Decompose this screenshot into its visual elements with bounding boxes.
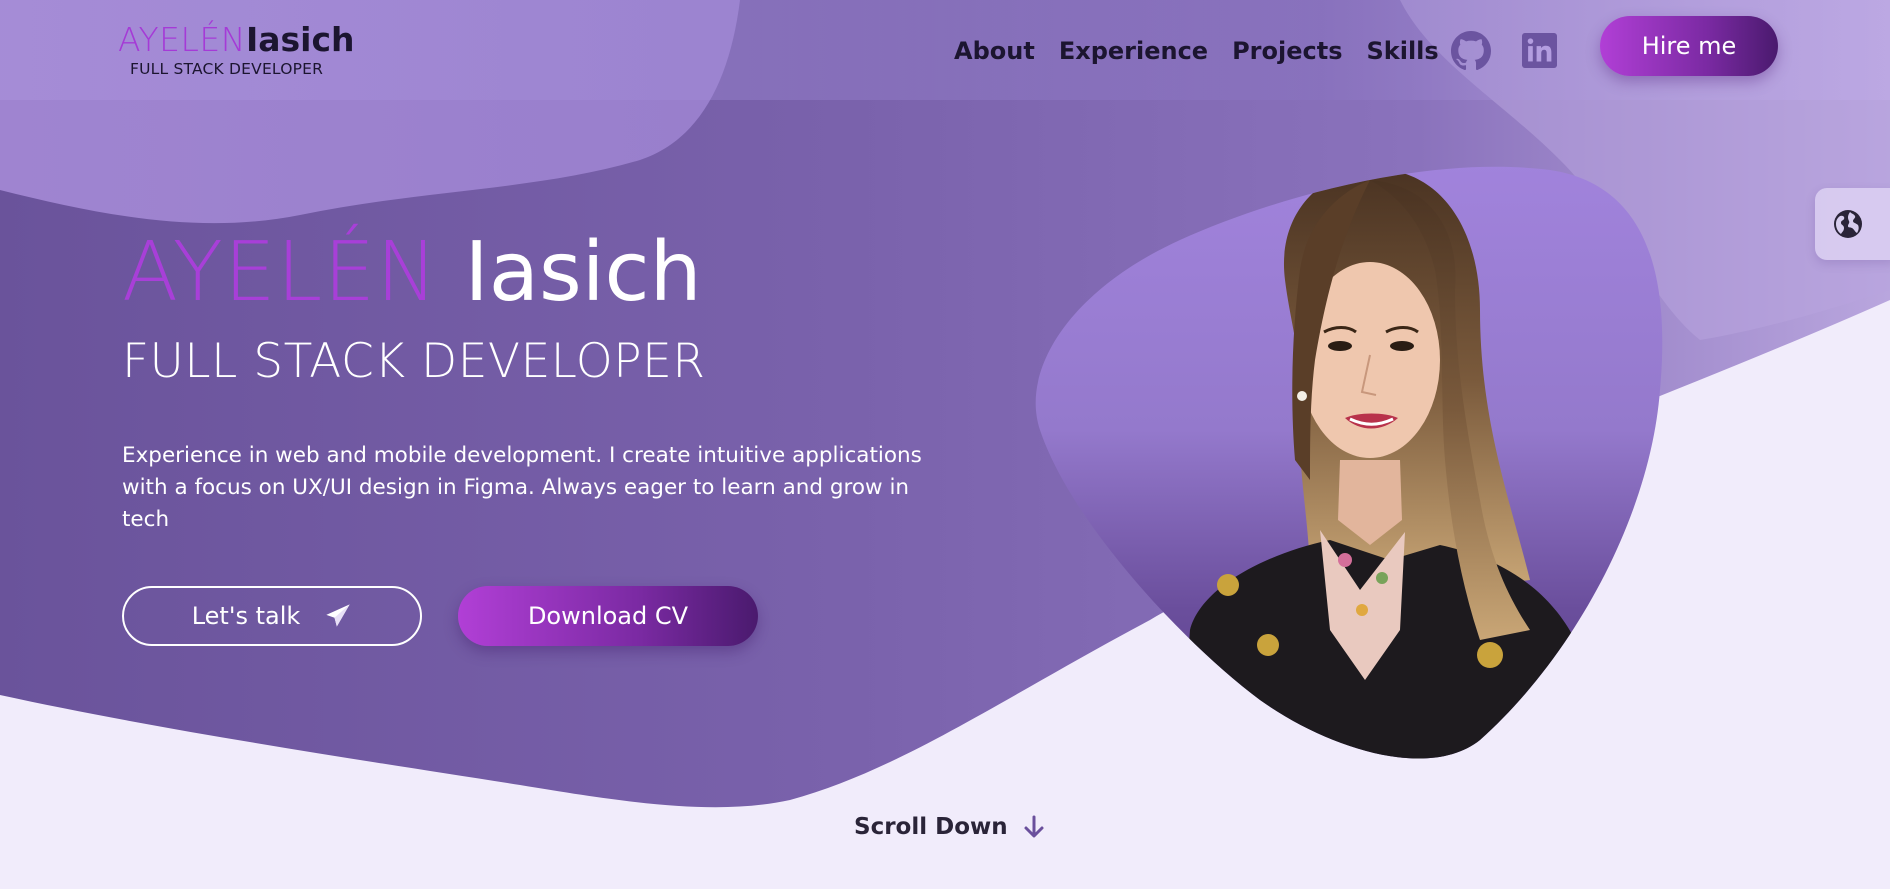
hero-role: FULL STACK DEVELOPER xyxy=(122,334,706,389)
lets-talk-label: Let's talk xyxy=(191,602,301,630)
arrow-down-icon xyxy=(1024,815,1044,838)
hero-description: Experience in web and mobile development… xyxy=(122,443,922,532)
hero-last-name: Iasich xyxy=(464,225,702,320)
logo-last-name: Iasich xyxy=(245,20,355,59)
download-cv-button[interactable]: Download CV xyxy=(458,586,758,646)
scroll-down[interactable]: Scroll Down xyxy=(854,814,1046,840)
page: AYELÉNIasich FULL STACK DEVELOPER About … xyxy=(0,0,1890,889)
language-toggle[interactable] xyxy=(1815,188,1890,260)
github-icon[interactable] xyxy=(1451,31,1491,71)
logo-subtitle: FULL STACK DEVELOPER xyxy=(130,60,324,78)
logo[interactable]: AYELÉNIasich FULL STACK DEVELOPER xyxy=(118,20,355,78)
nav-skills[interactable]: Skills xyxy=(1366,36,1438,66)
paper-plane-icon xyxy=(326,604,350,627)
nav-about[interactable]: About xyxy=(954,36,1035,66)
scroll-down-label: Scroll Down xyxy=(854,814,1008,840)
linkedin-icon[interactable] xyxy=(1522,33,1557,68)
nav-projects[interactable]: Projects xyxy=(1232,36,1342,66)
lets-talk-button[interactable]: Let's talk xyxy=(122,586,422,646)
hero-name: AYELÉN Iasich xyxy=(122,225,702,321)
hero-first-name: AYELÉN xyxy=(122,225,439,320)
globe-icon xyxy=(1834,210,1862,238)
site-header: AYELÉNIasich FULL STACK DEVELOPER About … xyxy=(0,0,1890,100)
main-nav: About Experience Projects Skills xyxy=(954,36,1463,66)
profile-photo xyxy=(1035,166,1663,759)
nav-experience[interactable]: Experience xyxy=(1059,36,1208,66)
logo-first-name: AYELÉN xyxy=(118,20,246,59)
hire-me-button[interactable]: Hire me xyxy=(1600,16,1778,76)
